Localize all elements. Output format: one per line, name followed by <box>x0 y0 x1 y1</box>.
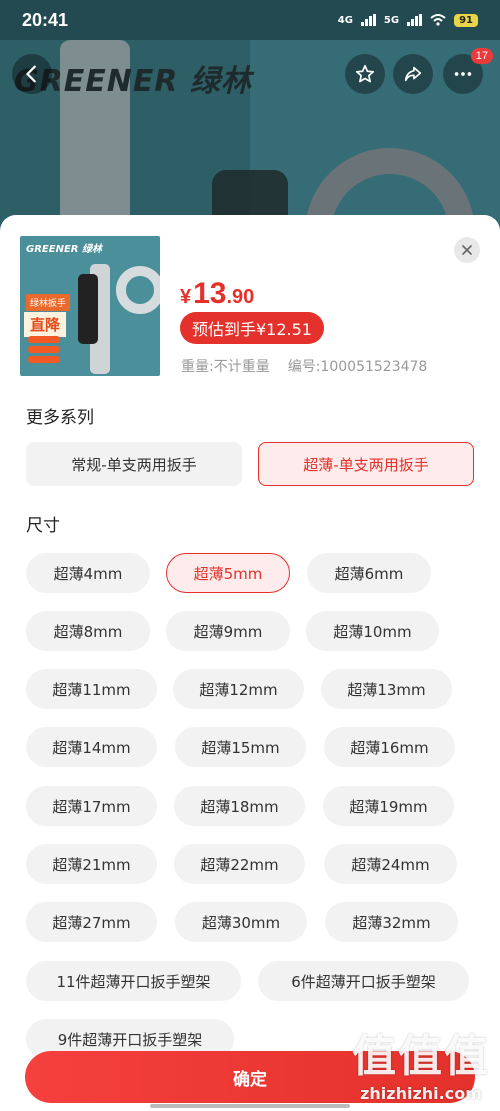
series-option-ultrathin[interactable]: 超薄-单支两用扳手 <box>258 442 474 486</box>
size-option[interactable]: 超薄19mm <box>323 786 454 826</box>
chevron-left-icon <box>26 65 36 83</box>
size-option[interactable]: 11件超薄开口扳手塑架 <box>26 961 241 1001</box>
product-thumbnail[interactable]: GREENER 绿林 绿林扳手 直降 <box>20 236 160 376</box>
sku-selector-sheet: GREENER 绿林 绿林扳手 直降 ¥ 13 .90 预估到手¥12.51 重… <box>0 215 500 1111</box>
size-option[interactable]: 超薄16mm <box>324 727 455 767</box>
price-integer: 13 <box>193 277 227 310</box>
size-option[interactable]: 超薄17mm <box>26 786 157 826</box>
watermark: 值值值 zhizhizhi.com <box>352 1020 490 1103</box>
network-label-5g: 5G <box>383 14 400 26</box>
home-indicator[interactable] <box>150 1104 350 1108</box>
size-option-selected[interactable]: 超薄5mm <box>166 553 290 593</box>
battery-indicator: 91 <box>454 13 478 27</box>
favorite-button[interactable] <box>345 54 385 94</box>
size-section-title: 尺寸 <box>26 516 60 536</box>
thumb-tag: 绿林扳手 <box>26 294 71 311</box>
notification-badge: 17 <box>470 48 493 64</box>
size-option[interactable]: 超薄18mm <box>174 786 305 826</box>
series-option-regular[interactable]: 常规-单支两用扳手 <box>26 442 242 486</box>
size-option[interactable]: 超薄22mm <box>174 844 305 884</box>
network-label-4g: 4G <box>337 14 353 26</box>
signal-icon-2 <box>407 14 423 26</box>
price-decimal: .90 <box>226 286 255 308</box>
size-option[interactable]: 6件超薄开口扳手塑架 <box>258 961 469 1001</box>
share-icon <box>404 66 422 82</box>
share-button[interactable] <box>393 54 433 94</box>
watermark-mark: 值值值 <box>352 1031 490 1082</box>
size-option[interactable]: 超薄32mm <box>325 902 458 942</box>
size-option[interactable]: 超薄15mm <box>175 727 306 767</box>
signal-icon <box>360 14 376 26</box>
size-option[interactable]: 超薄10mm <box>306 611 439 651</box>
sku-number: 编号:100051523478 <box>287 359 428 375</box>
close-button[interactable] <box>454 237 480 263</box>
size-option[interactable]: 超薄12mm <box>173 669 304 709</box>
size-option[interactable]: 超薄13mm <box>321 669 452 709</box>
size-option[interactable]: 超薄21mm <box>26 844 157 884</box>
status-time: 20:41 <box>22 9 69 30</box>
size-option[interactable]: 超薄8mm <box>26 611 150 651</box>
weight-label: 重量:不计重量 <box>181 359 270 375</box>
wifi-icon <box>430 14 446 26</box>
size-option[interactable]: 超薄6mm <box>307 553 431 593</box>
size-option[interactable]: 超薄30mm <box>175 902 307 942</box>
price: ¥ 13 .90 <box>180 277 254 311</box>
price-currency: ¥ <box>180 286 192 308</box>
thumb-logo: GREENER 绿林 <box>26 244 102 255</box>
back-button[interactable] <box>12 54 52 94</box>
close-icon <box>462 245 472 255</box>
size-option[interactable]: 超薄11mm <box>26 669 157 709</box>
estimated-price-badge: 预估到手¥12.51 <box>180 312 324 344</box>
series-section-title: 更多系列 <box>26 408 94 428</box>
more-dots-icon <box>454 72 472 76</box>
more-button[interactable]: 17 <box>443 48 493 94</box>
product-meta: 重量:不计重量 编号:100051523478 <box>181 356 427 376</box>
size-option[interactable]: 超薄9mm <box>166 611 290 651</box>
size-option[interactable]: 超薄14mm <box>26 727 157 767</box>
thumb-headline: 直降 <box>24 312 67 337</box>
watermark-url: zhizhizhi.com <box>360 1084 482 1103</box>
size-option[interactable]: 超薄27mm <box>26 902 157 942</box>
status-bar: 20:41 4G 5G 91 <box>0 0 500 40</box>
star-icon <box>355 64 375 83</box>
size-option[interactable]: 超薄24mm <box>324 844 457 884</box>
size-option[interactable]: 超薄4mm <box>26 553 150 593</box>
